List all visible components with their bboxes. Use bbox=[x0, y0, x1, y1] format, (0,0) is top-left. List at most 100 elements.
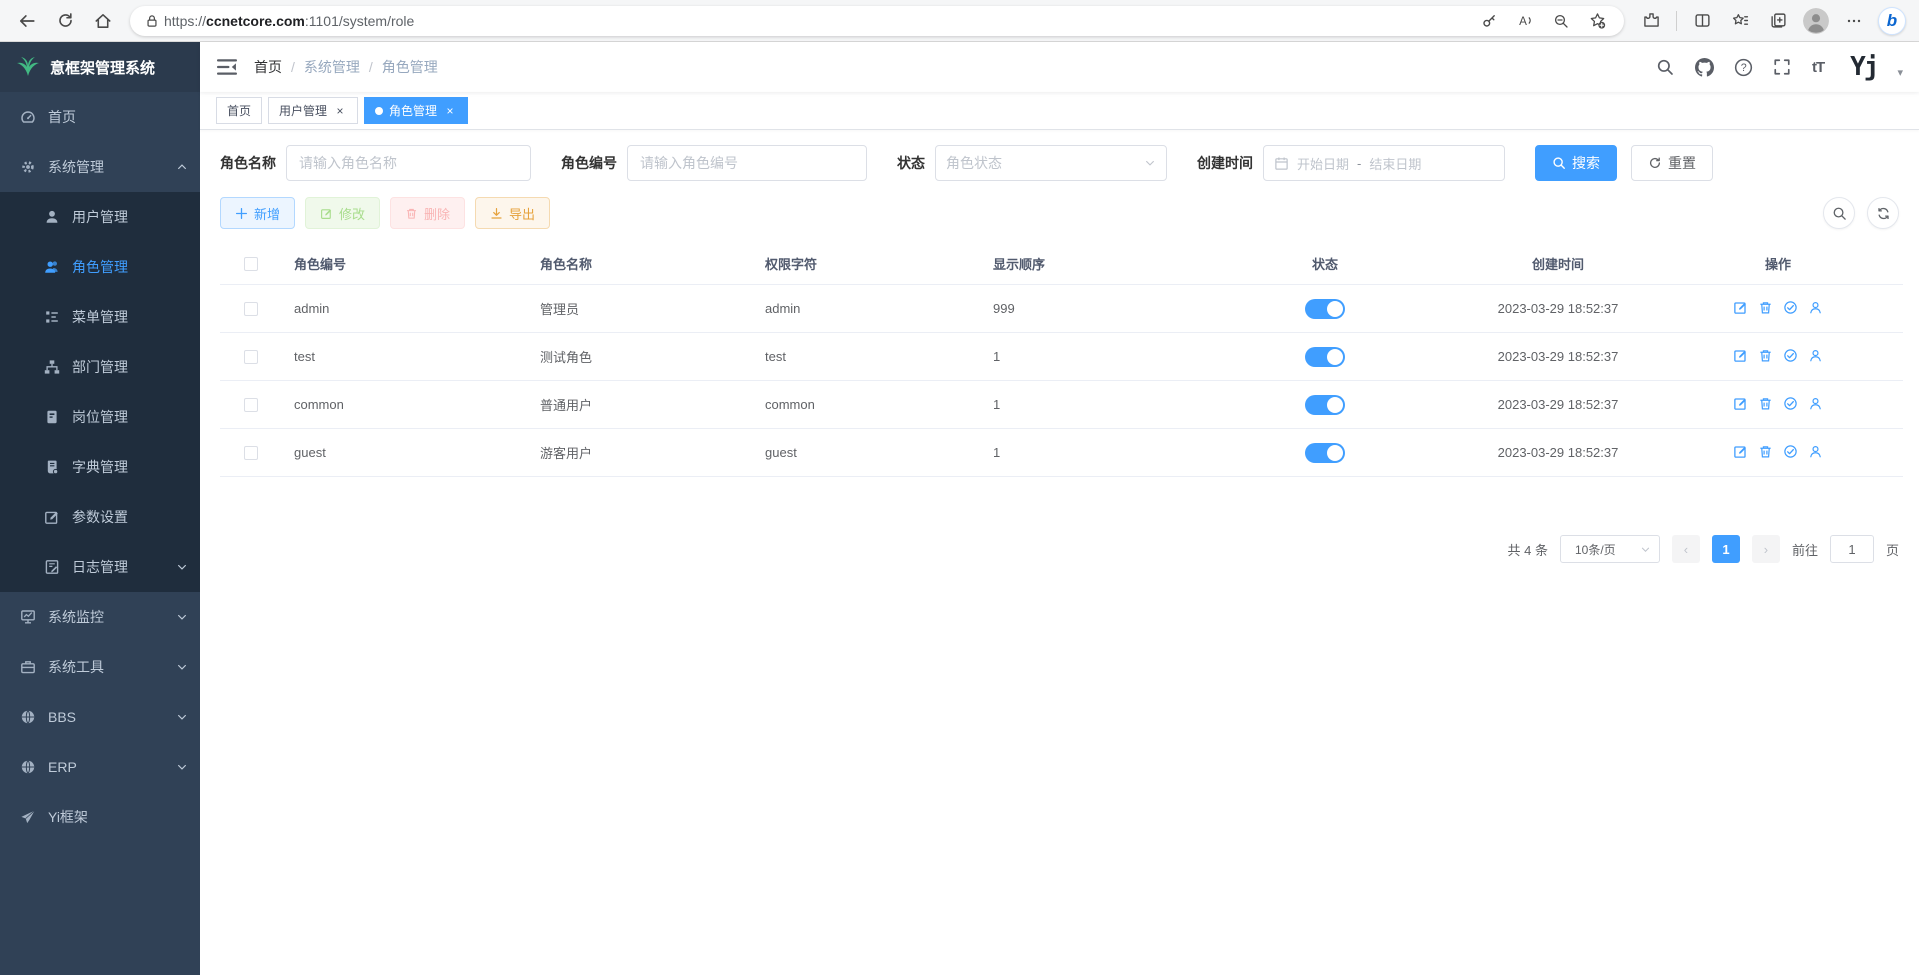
user-menu-caret-icon[interactable]: ▾ bbox=[1897, 66, 1903, 79]
delete-button[interactable]: 删除 bbox=[390, 197, 465, 229]
collections-icon[interactable] bbox=[1761, 6, 1795, 36]
user-logo[interactable]: Yj bbox=[1850, 52, 1877, 82]
browser-refresh-icon[interactable] bbox=[48, 6, 82, 36]
date-separator: - bbox=[1357, 156, 1361, 171]
col-display-order: 显示顺序 bbox=[981, 243, 1187, 285]
row-checkbox[interactable] bbox=[244, 302, 258, 316]
sidebar-item-param-settings[interactable]: 参数设置 bbox=[0, 492, 200, 542]
edit-action-icon[interactable] bbox=[1733, 396, 1748, 411]
status-toggle[interactable] bbox=[1305, 347, 1345, 367]
auth-action-icon[interactable] bbox=[1783, 396, 1798, 411]
goto-page-input[interactable] bbox=[1830, 535, 1874, 563]
sidebar-item-menu-mgmt[interactable]: 菜单管理 bbox=[0, 292, 200, 342]
auth-action-icon[interactable] bbox=[1783, 444, 1798, 459]
breadcrumb-home[interactable]: 首页 bbox=[254, 57, 282, 77]
select-all-checkbox[interactable] bbox=[244, 257, 258, 271]
prev-page-button[interactable]: ‹ bbox=[1672, 535, 1700, 563]
show-search-button[interactable] bbox=[1823, 197, 1855, 229]
delete-action-icon[interactable] bbox=[1758, 300, 1773, 315]
row-checkbox[interactable] bbox=[244, 398, 258, 412]
url-text[interactable]: https://ccnetcore.com:1101/system/role bbox=[164, 13, 1472, 29]
assign-user-action-icon[interactable] bbox=[1808, 396, 1823, 411]
next-page-button[interactable]: › bbox=[1752, 535, 1780, 563]
cell-created-time: 2023-03-29 18:52:37 bbox=[1463, 381, 1653, 429]
col-role-code: 角色编号 bbox=[282, 243, 528, 285]
assign-user-action-icon[interactable] bbox=[1808, 444, 1823, 459]
sidebar-menu: 首页 系统管理 用户管理 bbox=[0, 92, 200, 975]
delete-action-icon[interactable] bbox=[1758, 444, 1773, 459]
sidebar-fold-icon[interactable] bbox=[216, 56, 238, 78]
status-select[interactable]: 角色状态 bbox=[935, 145, 1167, 181]
assign-user-action-icon[interactable] bbox=[1808, 300, 1823, 315]
edit-action-icon[interactable] bbox=[1733, 444, 1748, 459]
sidebar-item-yi-framework[interactable]: Yi框架 bbox=[0, 792, 200, 842]
status-toggle[interactable] bbox=[1305, 395, 1345, 415]
delete-action-icon[interactable] bbox=[1758, 396, 1773, 411]
sidebar-item-user-mgmt[interactable]: 用户管理 bbox=[0, 192, 200, 242]
refresh-table-button[interactable] bbox=[1867, 197, 1899, 229]
sidebar-item-role-mgmt[interactable]: 角色管理 bbox=[0, 242, 200, 292]
assign-user-action-icon[interactable] bbox=[1808, 348, 1823, 363]
address-bar[interactable]: https://ccnetcore.com:1101/system/role A bbox=[130, 6, 1624, 36]
browser-essentials-icon[interactable] bbox=[1634, 6, 1668, 36]
tab-home[interactable]: 首页 bbox=[216, 97, 262, 124]
sidebar-item-system-monitor[interactable]: 系统监控 bbox=[0, 592, 200, 642]
sidebar-item-erp[interactable]: ERP bbox=[0, 742, 200, 792]
export-button[interactable]: 导出 bbox=[475, 197, 550, 229]
github-icon[interactable] bbox=[1695, 58, 1714, 77]
search-button[interactable]: 搜索 bbox=[1535, 145, 1617, 181]
password-key-icon[interactable] bbox=[1472, 6, 1506, 36]
sidebar-item-system-tools[interactable]: 系统工具 bbox=[0, 642, 200, 692]
font-size-icon[interactable]: tT bbox=[1812, 59, 1824, 76]
browser-back-icon[interactable] bbox=[10, 6, 44, 36]
tab-user-mgmt[interactable]: 用户管理 × bbox=[268, 97, 358, 124]
sidebar-item-dict-mgmt[interactable]: 字典管理 bbox=[0, 442, 200, 492]
col-status: 状态 bbox=[1187, 243, 1463, 285]
add-button[interactable]: 新增 bbox=[220, 197, 295, 229]
date-range-picker[interactable]: 开始日期 - 结束日期 bbox=[1263, 145, 1505, 181]
sidebar-item-post-mgmt[interactable]: 岗位管理 bbox=[0, 392, 200, 442]
sidebar-item-home[interactable]: 首页 bbox=[0, 92, 200, 142]
favorites-icon[interactable] bbox=[1723, 6, 1757, 36]
add-favorite-icon[interactable] bbox=[1580, 6, 1614, 36]
read-aloud-icon[interactable]: A bbox=[1508, 6, 1542, 36]
row-checkbox[interactable] bbox=[244, 446, 258, 460]
zoom-out-icon[interactable] bbox=[1544, 6, 1578, 36]
row-checkbox[interactable] bbox=[244, 350, 258, 364]
fullscreen-icon[interactable] bbox=[1773, 58, 1792, 77]
close-tab-icon[interactable]: × bbox=[333, 104, 347, 118]
browser-home-icon[interactable] bbox=[86, 6, 120, 36]
role-name-input[interactable] bbox=[286, 145, 531, 181]
sidebar-item-system-mgmt[interactable]: 系统管理 bbox=[0, 142, 200, 192]
role-code-input[interactable] bbox=[627, 145, 867, 181]
sidebar-item-dept-mgmt[interactable]: 部门管理 bbox=[0, 342, 200, 392]
edit-action-icon[interactable] bbox=[1733, 348, 1748, 363]
sidebar-item-bbs[interactable]: BBS bbox=[0, 692, 200, 742]
auth-action-icon[interactable] bbox=[1783, 348, 1798, 363]
status-toggle[interactable] bbox=[1305, 299, 1345, 319]
header-search-icon[interactable] bbox=[1656, 58, 1675, 77]
page-1-button[interactable]: 1 bbox=[1712, 535, 1740, 563]
auth-action-icon[interactable] bbox=[1783, 300, 1798, 315]
split-screen-icon[interactable] bbox=[1685, 6, 1719, 36]
paper-plane-icon bbox=[20, 809, 36, 825]
close-tab-icon[interactable]: × bbox=[443, 104, 457, 118]
lock-icon bbox=[140, 6, 164, 36]
bing-chat-icon[interactable]: b bbox=[1875, 6, 1909, 36]
breadcrumb-system[interactable]: 系统管理 bbox=[304, 57, 360, 77]
profile-avatar[interactable] bbox=[1799, 6, 1833, 36]
page-size-select[interactable]: 10条/页 bbox=[1560, 535, 1660, 563]
edit-action-icon[interactable] bbox=[1733, 300, 1748, 315]
edit-button[interactable]: 修改 bbox=[305, 197, 380, 229]
sidebar-item-log-mgmt[interactable]: 日志管理 bbox=[0, 542, 200, 592]
svg-text:?: ? bbox=[1741, 62, 1747, 74]
reset-button[interactable]: 重置 bbox=[1631, 145, 1713, 181]
more-options-icon[interactable] bbox=[1837, 6, 1871, 36]
cell-role-name: 游客用户 bbox=[528, 429, 753, 477]
help-icon[interactable]: ? bbox=[1734, 58, 1753, 77]
status-toggle[interactable] bbox=[1305, 443, 1345, 463]
plus-icon bbox=[235, 207, 248, 220]
cell-created-time: 2023-03-29 18:52:37 bbox=[1463, 285, 1653, 333]
delete-action-icon[interactable] bbox=[1758, 348, 1773, 363]
tab-role-mgmt[interactable]: 角色管理 × bbox=[364, 97, 468, 124]
